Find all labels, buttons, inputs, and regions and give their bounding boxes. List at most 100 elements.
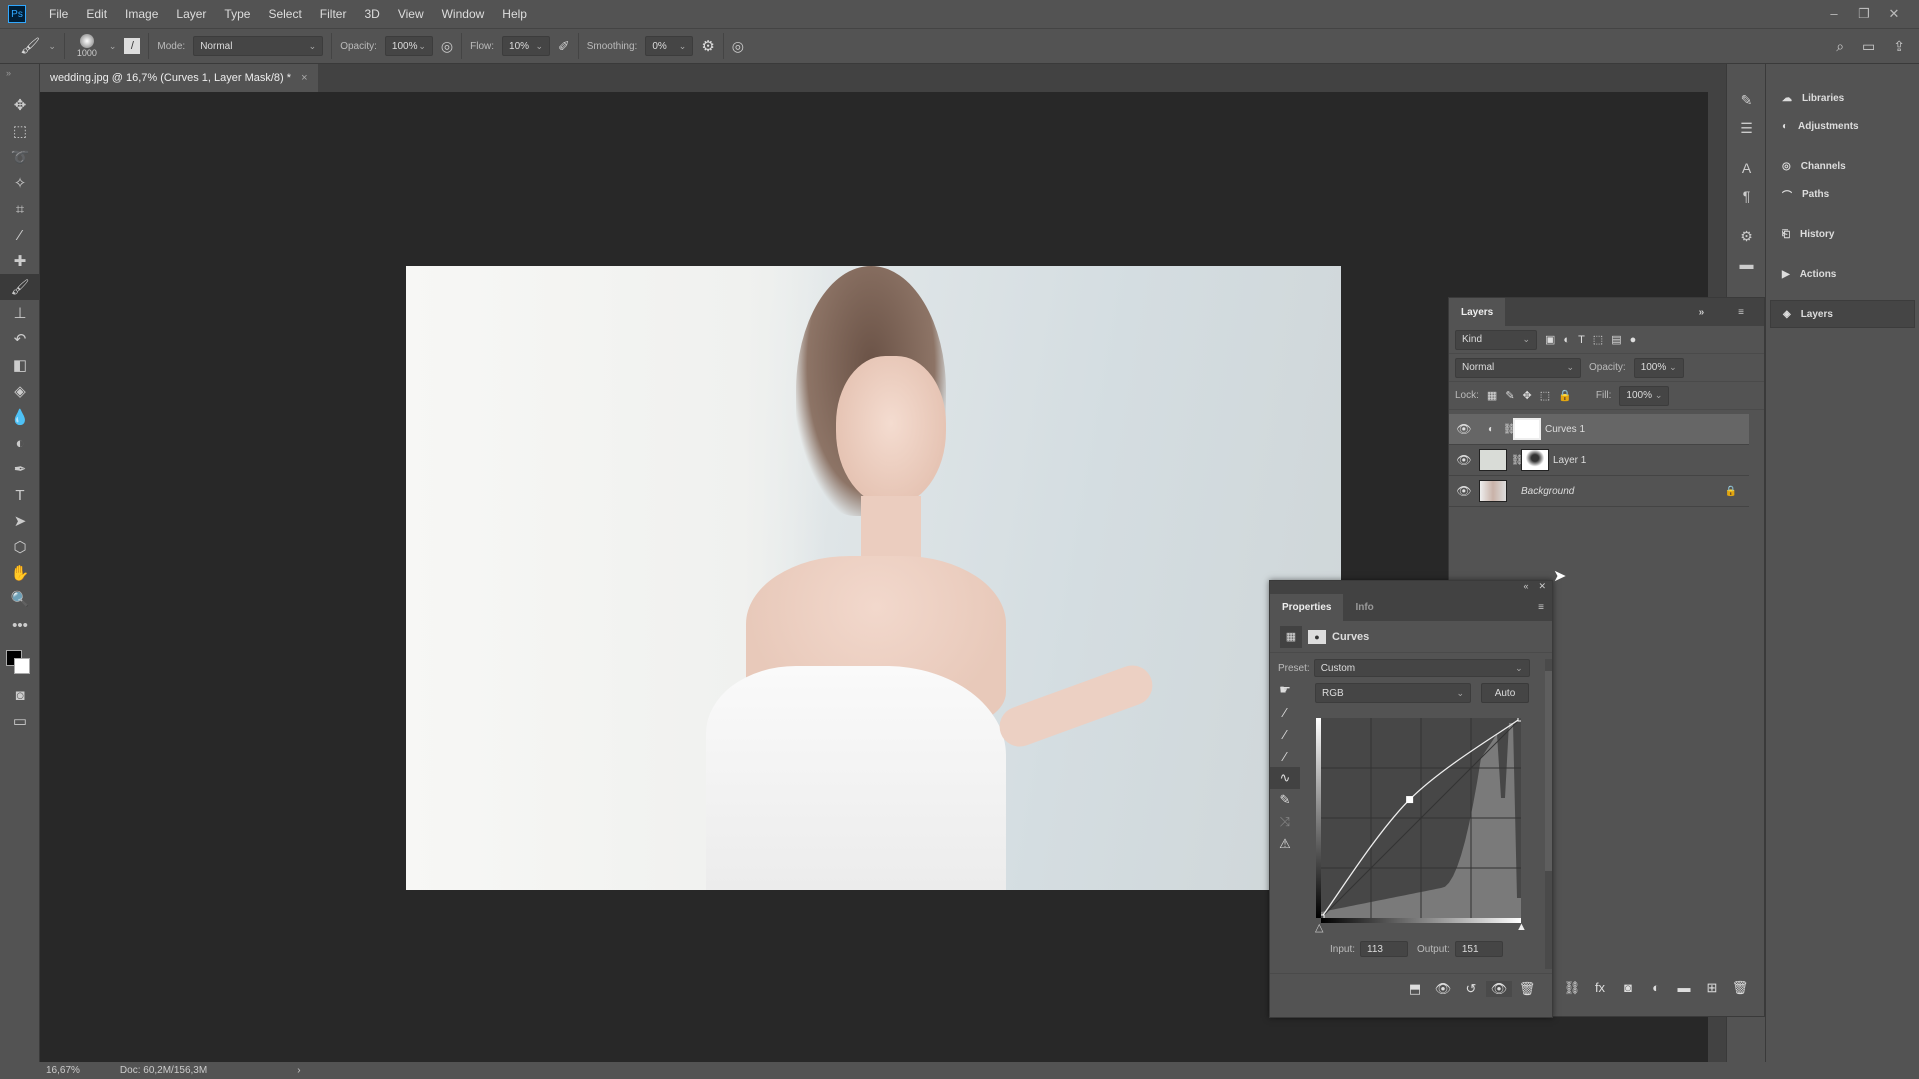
lock-pixels-icon[interactable]: ✎ — [1505, 389, 1514, 402]
tab-info[interactable]: Info — [1343, 594, 1385, 621]
gear-icon[interactable]: ⚙ — [701, 37, 714, 55]
fx-icon[interactable]: fx — [1587, 980, 1613, 996]
tab-layers[interactable]: Layers — [1449, 298, 1506, 326]
layer-name[interactable]: Curves 1 — [1545, 424, 1585, 435]
type-tool-icon[interactable]: T — [0, 482, 40, 508]
curves-adjustment-icon[interactable]: ▦ — [1280, 625, 1302, 648]
document-image[interactable] — [406, 266, 1341, 890]
layer-row-background[interactable]: 👁 Background 🔒 — [1449, 476, 1749, 507]
panel-menu-icon[interactable]: ≡ — [1526, 594, 1552, 621]
document-tab[interactable]: wedding.jpg @ 16,7% (Curves 1, Layer Mas… — [40, 64, 318, 92]
flow-input[interactable]: 10% ⌄ — [502, 36, 551, 56]
dock-actions[interactable]: ▶ Actions — [1770, 260, 1915, 288]
properties-icon[interactable]: ☰ — [1727, 114, 1766, 142]
white-point-eyedropper-icon[interactable]: ⁄ — [1270, 745, 1300, 767]
smooth-curve-icon[interactable]: ⤨ — [1270, 811, 1300, 833]
filter-type-icon[interactable]: T — [1578, 334, 1585, 346]
eyedropper-tool-icon[interactable]: ⁄ — [0, 222, 40, 248]
menu-window[interactable]: Window — [433, 7, 494, 21]
mask-icon[interactable]: ● — [1308, 629, 1326, 644]
pressure-opacity-icon[interactable]: ◎ — [441, 38, 453, 55]
dock-paths[interactable]: ⌒ Paths — [1770, 180, 1915, 208]
airbrush-icon[interactable]: ✐ — [558, 38, 570, 55]
fill-input[interactable]: 100% ⌄ — [1619, 385, 1670, 406]
lock-all-icon[interactable]: 🔒 — [1558, 389, 1572, 402]
filter-pixel-icon[interactable]: ▣ — [1545, 333, 1555, 346]
tab-properties[interactable]: Properties — [1270, 594, 1344, 621]
lasso-tool-icon[interactable]: ➰ — [0, 144, 40, 170]
curves-graph[interactable] — [1321, 718, 1521, 918]
clone-stamp-tool-icon[interactable]: ⊥ — [0, 300, 40, 326]
close-tab-icon[interactable]: × — [301, 72, 307, 84]
collapse-icon[interactable]: « — [1523, 581, 1528, 594]
swatches-icon[interactable]: ⚙ — [1727, 222, 1766, 250]
eraser-tool-icon[interactable]: ◧ — [0, 352, 40, 378]
layer-opacity-input[interactable]: 100% ⌄ — [1633, 357, 1684, 378]
targeted-adjustment-icon[interactable]: ☛ — [1270, 679, 1300, 701]
blur-tool-icon[interactable]: 💧 — [0, 404, 40, 430]
toggle-visibility-icon[interactable]: 👁 — [1486, 980, 1512, 997]
link-icon[interactable]: ⛓ — [1511, 455, 1524, 466]
clip-to-layer-icon[interactable]: ⬒ — [1402, 981, 1428, 997]
new-group-icon[interactable]: ▬ — [1671, 980, 1697, 996]
brush-settings-icon[interactable]: / — [124, 38, 141, 54]
auto-button[interactable]: Auto — [1481, 683, 1529, 703]
dock-libraries[interactable]: ☁ Libraries — [1770, 84, 1915, 112]
healing-brush-tool-icon[interactable]: ✚ — [0, 248, 40, 274]
more-tools-icon[interactable]: ••• — [0, 612, 40, 638]
pressure-size-icon[interactable]: ◎ — [732, 38, 744, 55]
filter-smart-object-icon[interactable]: ▤ — [1611, 333, 1621, 346]
background-color[interactable] — [14, 658, 30, 674]
brush-dropdown[interactable]: ⌄ — [109, 41, 117, 52]
visibility-eye-icon[interactable]: 👁 — [1449, 484, 1479, 498]
color-swatches[interactable] — [0, 638, 39, 682]
white-point-slider[interactable]: ▲ — [1516, 921, 1527, 933]
menu-help[interactable]: Help — [493, 7, 536, 21]
panel-menu-icon[interactable]: ≡ — [1726, 307, 1756, 318]
collapse-icon[interactable]: » — [1687, 307, 1717, 318]
minimize-button[interactable]: – — [1819, 6, 1849, 22]
layer-row-curves-1[interactable]: 👁 ◐ ⛓ Curves 1 — [1449, 414, 1749, 445]
visibility-eye-icon[interactable]: 👁 — [1449, 422, 1479, 436]
dock-adjustments[interactable]: ◐ Adjustments — [1770, 112, 1915, 140]
layer-name[interactable]: Layer 1 — [1553, 455, 1586, 466]
menu-view[interactable]: View — [389, 7, 433, 21]
black-point-eyedropper-icon[interactable]: ⁄ — [1270, 701, 1300, 723]
screen-mode-icon[interactable]: ▭ — [0, 708, 40, 734]
pencil-icon[interactable]: ✎ — [1270, 789, 1300, 811]
navigator-icon[interactable]: ▬ — [1727, 250, 1766, 278]
new-layer-icon[interactable]: ⊞ — [1699, 980, 1725, 996]
filter-shape-icon[interactable]: ⬚ — [1593, 333, 1603, 346]
pen-tool-icon[interactable]: ✒ — [0, 456, 40, 482]
share-icon[interactable]: ⇪ — [1893, 38, 1905, 55]
view-previous-state-icon[interactable]: 👁 — [1430, 981, 1456, 997]
lock-artboard-icon[interactable]: ⬚ — [1540, 389, 1550, 402]
output-field[interactable]: 151 — [1454, 941, 1503, 957]
menu-file[interactable]: File — [40, 7, 77, 21]
add-mask-icon[interactable]: ◙ — [1615, 980, 1641, 996]
blend-mode-select[interactable]: Normal ⌄ — [1455, 357, 1581, 378]
layer-thumbnail[interactable] — [1479, 449, 1507, 471]
zoom-tool-icon[interactable]: 🔍 — [0, 586, 40, 612]
shape-tool-icon[interactable]: ⬡ — [0, 534, 40, 560]
filter-kind-select[interactable]: Kind ⌄ — [1455, 329, 1537, 350]
search-icon[interactable]: ⌕ — [1836, 38, 1844, 55]
new-adjustment-icon[interactable]: ◐ — [1643, 980, 1669, 996]
menu-layer[interactable]: Layer — [167, 7, 215, 21]
link-layers-icon[interactable]: ⛓ — [1559, 980, 1585, 996]
hand-tool-icon[interactable]: ✋ — [0, 560, 40, 586]
clipping-warning-icon[interactable]: ⚠ — [1270, 833, 1300, 855]
layer-mask-thumbnail[interactable] — [1513, 418, 1541, 440]
paint-bucket-tool-icon[interactable]: ◈ — [0, 378, 40, 404]
menu-image[interactable]: Image — [116, 7, 167, 21]
menu-select[interactable]: Select — [259, 7, 310, 21]
curve-point-icon[interactable]: ∿ — [1270, 767, 1300, 789]
lock-position-icon[interactable]: ✥ — [1523, 389, 1532, 402]
input-field[interactable]: 113 — [1360, 941, 1409, 957]
path-selection-tool-icon[interactable]: ➤ — [0, 508, 40, 534]
paragraph-icon[interactable]: ¶ — [1727, 182, 1766, 210]
layer-thumbnail[interactable] — [1479, 480, 1507, 502]
brush-tool-icon[interactable]: 🖌 — [0, 274, 40, 300]
gray-point-eyedropper-icon[interactable]: ⁄ — [1270, 723, 1300, 745]
status-menu-arrow[interactable]: › — [297, 1065, 300, 1076]
